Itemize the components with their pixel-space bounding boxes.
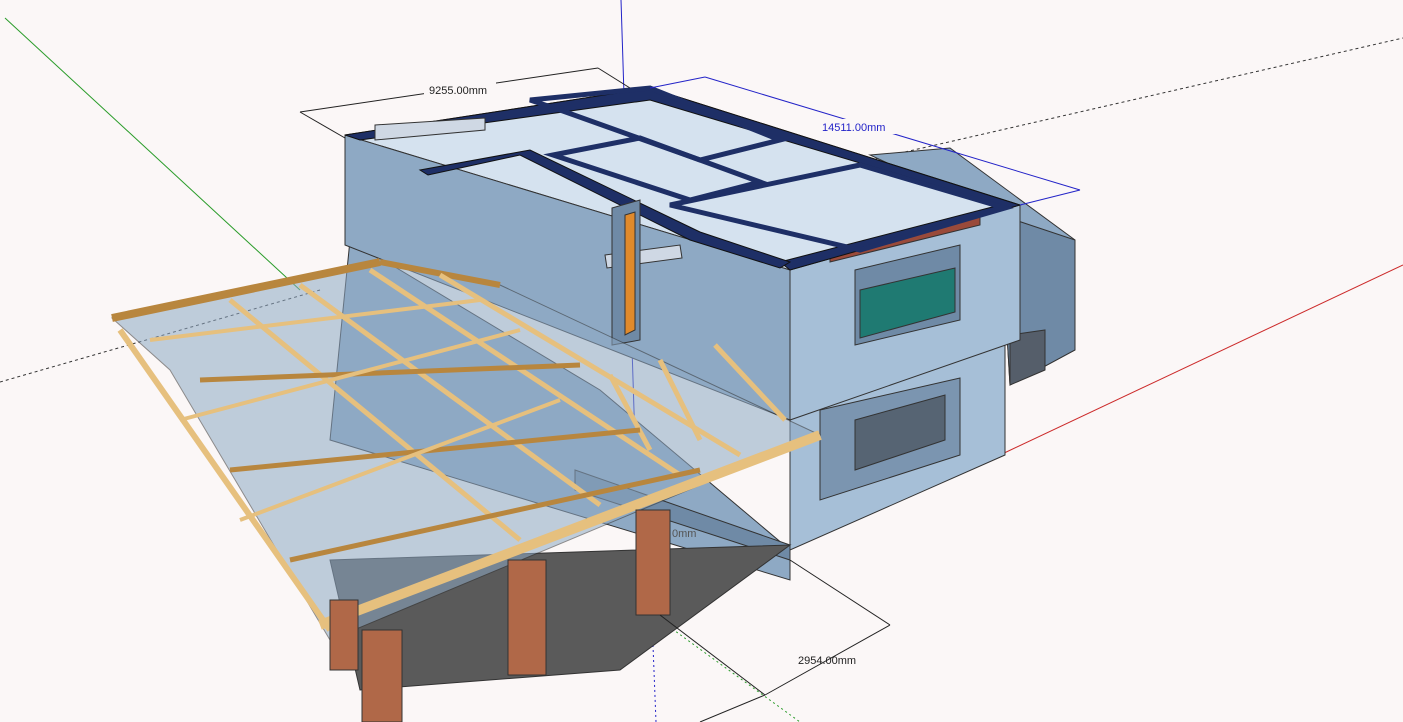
dimension-length-label: 14511.00mm	[822, 122, 885, 134]
3d-model-viewport[interactable]: 9255.00mm 14511.00mm 2954.00mm 0mm	[0, 0, 1403, 722]
dimension-partial-label: 0mm	[672, 528, 696, 540]
dimension-width-label: 9255.00mm	[429, 85, 487, 97]
dimension-offset-label: 2954.00mm	[798, 655, 856, 667]
